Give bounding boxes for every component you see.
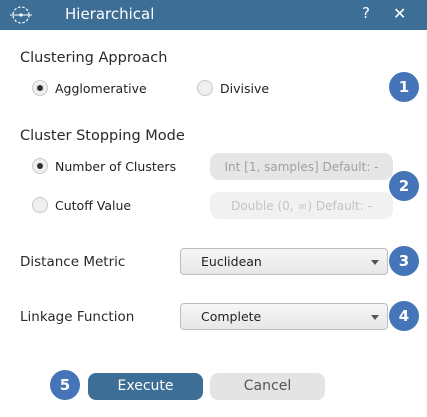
step-badge-2: 2	[389, 171, 419, 201]
distance-metric-select[interactable]: Euclidean	[180, 248, 388, 275]
distance-metric-label: Distance Metric	[20, 254, 126, 270]
radio-label: Cutoff Value	[55, 197, 132, 213]
radio-indicator[interactable]	[32, 197, 48, 213]
radio-label: Divisive	[220, 80, 270, 96]
title-bar: Hierarchical ? ✕	[0, 0, 427, 30]
radio-divisive[interactable]: Divisive	[197, 80, 269, 96]
cancel-button[interactable]: Cancel	[210, 373, 325, 400]
radio-indicator-selected[interactable]	[32, 80, 48, 96]
step-badge-5: 5	[50, 370, 80, 400]
radio-indicator-selected[interactable]	[32, 158, 48, 174]
select-value: Euclidean	[201, 254, 262, 269]
help-button[interactable]: ?	[362, 4, 370, 22]
clustering-approach-heading: Clustering Approach	[20, 50, 168, 66]
dropdown-arrow-icon	[371, 260, 379, 265]
select-value: Complete	[201, 309, 262, 324]
number-of-clusters-input[interactable]	[210, 153, 393, 180]
cutoff-value-input[interactable]	[210, 192, 393, 219]
radio-number-of-clusters[interactable]: Number of Clusters	[32, 158, 176, 174]
window-title: Hierarchical	[65, 5, 155, 23]
linkage-function-label: Linkage Function	[20, 309, 135, 325]
radio-label: Agglomerative	[55, 80, 147, 96]
dropdown-arrow-icon	[371, 315, 379, 320]
step-badge-3: 3	[389, 246, 419, 276]
radio-indicator[interactable]	[197, 80, 213, 96]
radio-agglomerative[interactable]: Agglomerative	[32, 80, 147, 96]
step-badge-4: 4	[389, 301, 419, 331]
radio-cutoff-value[interactable]: Cutoff Value	[32, 197, 131, 213]
linkage-function-select[interactable]: Complete	[180, 303, 388, 330]
radio-label: Number of Clusters	[55, 158, 177, 174]
execute-button[interactable]: Execute	[88, 373, 203, 400]
compass-logo-icon	[10, 6, 32, 24]
close-button[interactable]: ✕	[393, 4, 406, 23]
cluster-stopping-mode-heading: Cluster Stopping Mode	[20, 128, 185, 144]
step-badge-1: 1	[389, 72, 419, 102]
